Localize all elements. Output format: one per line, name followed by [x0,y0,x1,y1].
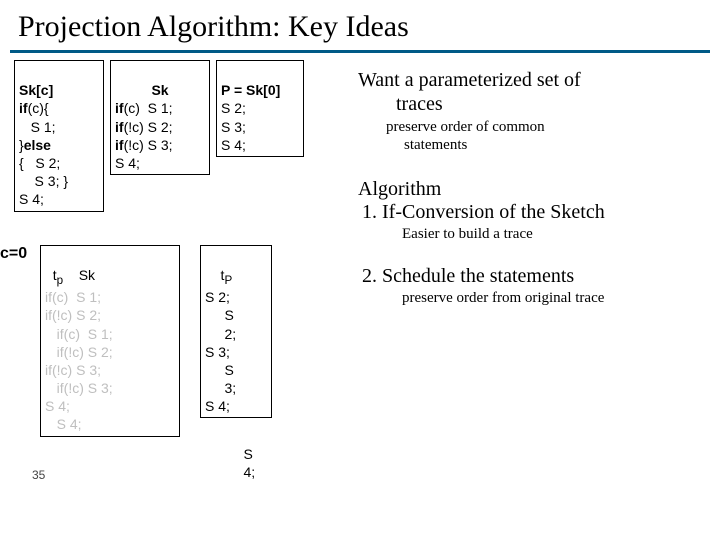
algo-item-2-sub: preserve order from original trace [402,290,708,307]
algorithm-heading: Algorithm [358,178,708,201]
preserve-line2: statements [404,136,708,154]
algo-item-1-sub: Easier to build a trace [402,226,708,243]
box-p-header: P = Sk[0] [221,81,299,99]
left-column: Sk[c]if(c){ S 1; }else { S 2; S 3; } S 4… [14,60,354,218]
code-sk: if(c) S 1; if(!c) S 2; if(!c) S 3; S 4; [115,100,173,171]
box-p: P = Sk[0]S 2; S 3; S 4; [216,60,304,157]
algo-item-2: 2. Schedule the statements [358,265,708,288]
code-skc: if(c){ S 1; }else { S 2; S 3; } S 4; [19,100,68,207]
code-p: S 2; S 3; S 4; [221,100,246,152]
algo-item-1: 1. If-Conversion of the Sketch [358,201,708,224]
c-zero-label: c=0 [0,245,27,263]
box-skc: Sk[c]if(c){ S 1; }else { S 2; S 3; } S 4… [14,60,104,212]
box-tp2: tP S 2; S 2; S 3; S 3; S 4; [200,245,272,418]
title-rule [10,50,710,53]
box-tp: tp Sk if(c) S 1; if(!c) S 2; if(c) S 1; … [40,245,180,437]
tp2-header: tP [205,267,232,283]
want-line2: traces [358,92,708,116]
box-sk: Skif(c) S 1; if(!c) S 2; if(!c) S 3; S 4… [110,60,210,175]
tp2-code: S 2; S 2; S 3; S 3; S 4; [205,289,236,414]
top-row-boxes: Sk[c]if(c){ S 1; }else { S 2; S 3; } S 4… [14,60,354,212]
want-line1: Want a parameterized set of [358,68,708,92]
right-column: Want a parameterized set of traces prese… [358,68,708,307]
slide-number: 35 [32,468,45,482]
tp-header: tp Sk [45,267,95,283]
overflow-code: S 4; [224,445,255,481]
box-skc-header: Sk[c] [19,81,99,99]
box-sk-header: Sk [115,81,205,99]
preserve-line1: preserve order of common [386,118,708,136]
page-title: Projection Algorithm: Key Ideas [0,0,720,48]
tp-ghost-code: if(c) S 1; if(!c) S 2; if(c) S 1; if(!c)… [45,289,113,432]
